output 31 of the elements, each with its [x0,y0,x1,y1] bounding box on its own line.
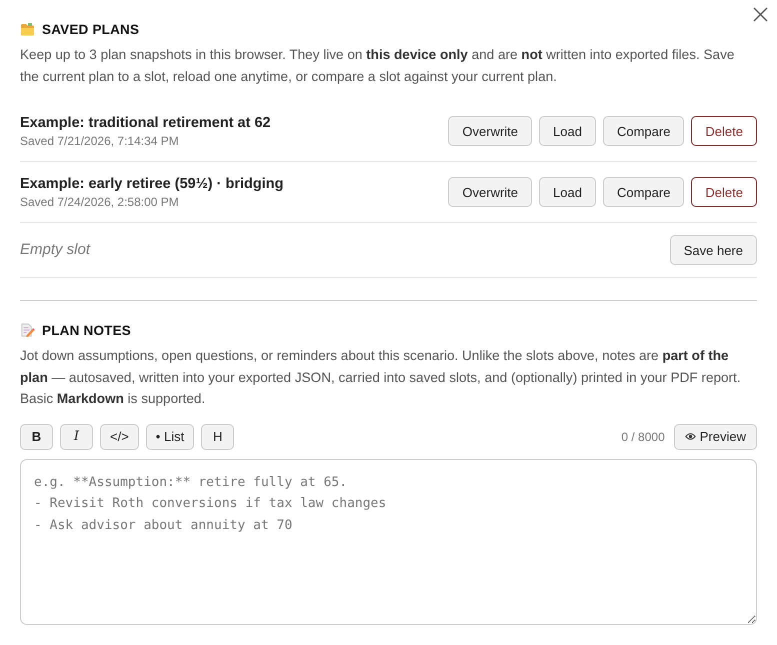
slot-action-button[interactable]: Compare [602,177,684,207]
close-button[interactable] [753,7,769,23]
format-button[interactable]: H [201,424,234,450]
description-text: Keep up to 3 plan snapshots in this browser. They live on this device only and are not written into exported files. Save the current plan to a slot, reload one anytime, or compare a slot against your current plan. [20,46,736,86]
memo-pencil-icon [20,322,35,338]
format-button[interactable]: I [60,424,93,450]
empty-slot-label: Empty slot [20,240,90,260]
close-icon [753,7,768,22]
slot-name: Example: traditional retirement at 62 [20,114,271,133]
section-title: PLAN NOTES [42,322,132,338]
folder-icon [20,22,35,36]
format-button[interactable]: B [20,424,53,450]
delete-button[interactable]: Delete [691,116,757,146]
character-count: 0 / 8000 [621,430,665,444]
saved-timestamp: Saved 7/24/2026, 2:58:00 PM [20,194,180,210]
slot-action-button[interactable]: Overwrite [448,116,532,146]
slot-action-button[interactable]: Overwrite [448,177,532,207]
notes-field[interactable]: e.g. **Assumption:** retire fully at 65. - Revisit Roth conversions if tax law changes - Ask advisor about annuity at 70 [20,458,757,624]
slot-name: Example: early retiree (59½) · bridging [20,175,284,194]
slot-action-button[interactable]: Load [539,177,596,207]
format-button[interactable]: </> [100,424,139,450]
saved-timestamp: Saved 7/21/2026, 7:14:34 PM [20,133,180,149]
section-title: SAVED PLANS [42,22,140,36]
slot-action-button[interactable]: Load [539,116,596,146]
slot-action-button[interactable]: Save here [670,235,757,265]
slot-action-button[interactable]: Compare [602,116,684,146]
format-button[interactable]: • List [146,424,194,450]
delete-button[interactable]: Delete [691,177,757,207]
preview-button[interactable]: Preview [674,424,757,450]
eye-icon [684,432,696,441]
description-text: Jot down assumptions, open questions, or reminders about this scenario. Unlike the slots above, notes are part of the plan — autosaved, written into your exported JSON, carried into saved slots, and (optionally) printed in your PDF report. Basic Markdown is supported. [20,347,742,408]
